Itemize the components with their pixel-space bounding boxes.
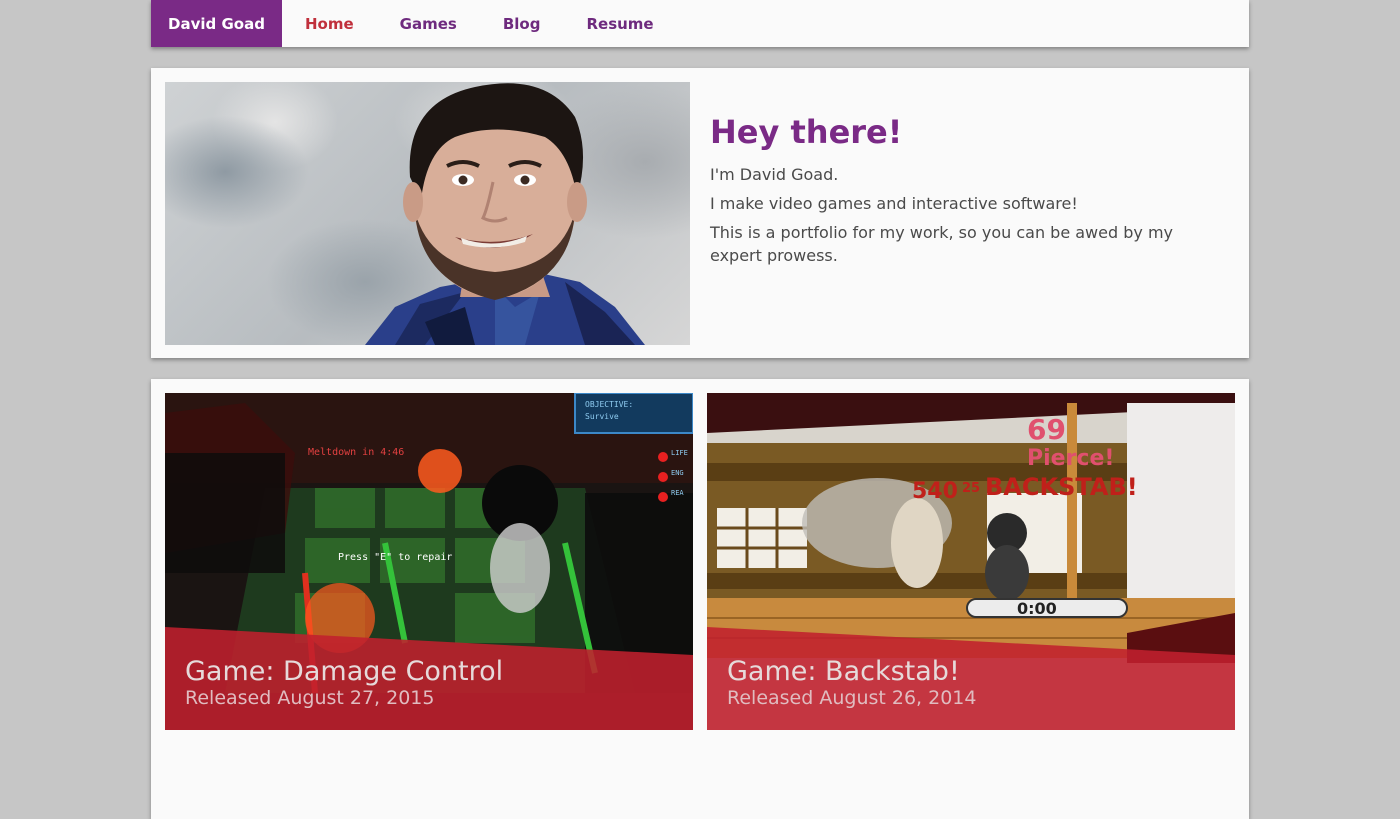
game-tile-damage-control[interactable]: OBJECTIVE: Survive LIFE ENG REA Meltdown…	[165, 393, 693, 730]
game-tile-backstab[interactable]: 0:00 69 Pierce! 540 25 BACKSTAB! Game: B…	[707, 393, 1235, 730]
intro-text: Hey there! I'm David Goad. I make video …	[710, 112, 1190, 273]
intro-line-portfolio: This is a portfolio for my work, so you …	[710, 223, 1173, 265]
intro-heading: Hey there!	[710, 113, 903, 151]
nav-home[interactable]: Home	[282, 0, 377, 47]
portrait-photo	[165, 82, 690, 345]
game-release-date: Released August 27, 2015	[185, 687, 435, 709]
game-release-date: Released August 26, 2014	[727, 687, 977, 709]
intro-card: Hey there! I'm David Goad. I make video …	[151, 68, 1249, 358]
games-card: OBJECTIVE: Survive LIFE ENG REA Meltdown…	[151, 379, 1249, 819]
nav-resume[interactable]: Resume	[563, 0, 676, 47]
nav-games[interactable]: Games	[377, 0, 480, 47]
nav-blog[interactable]: Blog	[480, 0, 564, 47]
intro-line-work: I make video games and interactive softw…	[710, 194, 1078, 213]
page: David Goad Home Games Blog Resume Hey th…	[151, 0, 1249, 819]
brand-link[interactable]: David Goad	[151, 0, 282, 47]
game-title: Game: Backstab!	[727, 656, 960, 687]
top-navbar: David Goad Home Games Blog Resume	[151, 0, 1249, 47]
intro-line-name: I'm David Goad.	[710, 165, 839, 184]
game-title: Game: Damage Control	[185, 656, 504, 687]
